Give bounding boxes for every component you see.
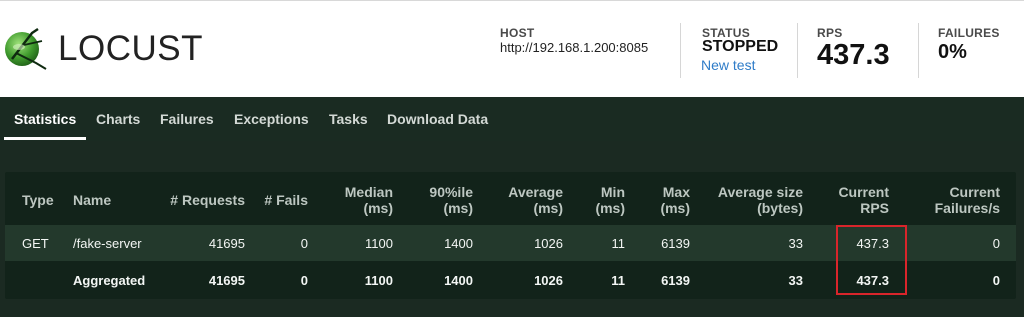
highlight-box — [836, 225, 907, 295]
tab-exceptions[interactable]: Exceptions — [234, 111, 309, 127]
app-name: LOCUST — [58, 29, 203, 68]
host-value: http://192.168.1.200:8085 — [500, 40, 649, 55]
failures-label: FAILURES — [938, 26, 1000, 40]
cell-max: 6139 — [661, 236, 690, 251]
tab-download-data[interactable]: Download Data — [387, 111, 488, 127]
column-header-average: Average (ms) — [508, 184, 563, 216]
column-header-requests: # Requests — [170, 192, 245, 208]
tab-bar: Statistics Charts Failures Exceptions Ta… — [0, 97, 1024, 141]
cell-fails: 0 — [300, 236, 308, 251]
header: LOCUST HOST http://192.168.1.200:8085 ST… — [0, 0, 1024, 97]
cell-min: 11 — [611, 273, 625, 288]
cell-avg-size: 33 — [788, 236, 803, 251]
cell-current-failures: 0 — [992, 236, 1000, 251]
column-header-avg-size: Average size (bytes) — [717, 184, 803, 216]
cell-name: Aggregated — [73, 273, 146, 288]
cell-name: /fake-server — [73, 236, 142, 251]
locust-logo-icon — [5, 27, 47, 70]
tab-charts[interactable]: Charts — [96, 111, 140, 127]
column-header-median: Median (ms) — [344, 184, 393, 216]
cell-max: 6139 — [661, 273, 690, 288]
status-value: STOPPED — [702, 38, 779, 55]
cell-median: 1100 — [364, 273, 393, 288]
rps-value: 437.3 — [817, 39, 890, 71]
column-header-max: Max (ms) — [660, 184, 690, 216]
active-tab-indicator — [4, 137, 86, 140]
cell-average: 1026 — [534, 236, 563, 251]
cell-requests: 41695 — [208, 273, 245, 288]
cell-current-failures: 0 — [992, 273, 1000, 288]
column-header-name: Name — [73, 192, 112, 208]
column-header-min: Min (ms) — [595, 184, 625, 216]
rps-label: RPS — [817, 26, 843, 40]
cell-type: GET — [22, 236, 49, 251]
host-label: HOST — [500, 26, 535, 40]
cell-median: 1100 — [365, 236, 393, 251]
new-test-link[interactable]: New test — [701, 57, 755, 73]
tab-statistics[interactable]: Statistics — [14, 111, 76, 127]
cell-min: 11 — [611, 236, 626, 251]
cell-p90: 1400 — [444, 273, 473, 288]
cell-fails: 0 — [300, 273, 308, 288]
cell-requests: 41695 — [208, 236, 245, 251]
divider — [797, 23, 798, 78]
divider — [680, 23, 681, 78]
column-header-type: Type — [22, 192, 54, 208]
failures-value: 0% — [938, 41, 967, 63]
cell-average: 1026 — [534, 273, 563, 288]
tab-failures[interactable]: Failures — [160, 111, 214, 127]
cell-avg-size: 33 — [788, 273, 803, 288]
column-header-current-rps: Current RPS — [838, 184, 889, 216]
cell-p90: 1400 — [444, 236, 473, 251]
column-header-current-failures: Current Failures/s — [934, 184, 1000, 216]
divider — [918, 23, 919, 78]
tab-tasks[interactable]: Tasks — [329, 111, 368, 127]
column-header-fails: # Fails — [264, 192, 308, 208]
column-header-p90: 90%ile (ms) — [429, 184, 473, 216]
